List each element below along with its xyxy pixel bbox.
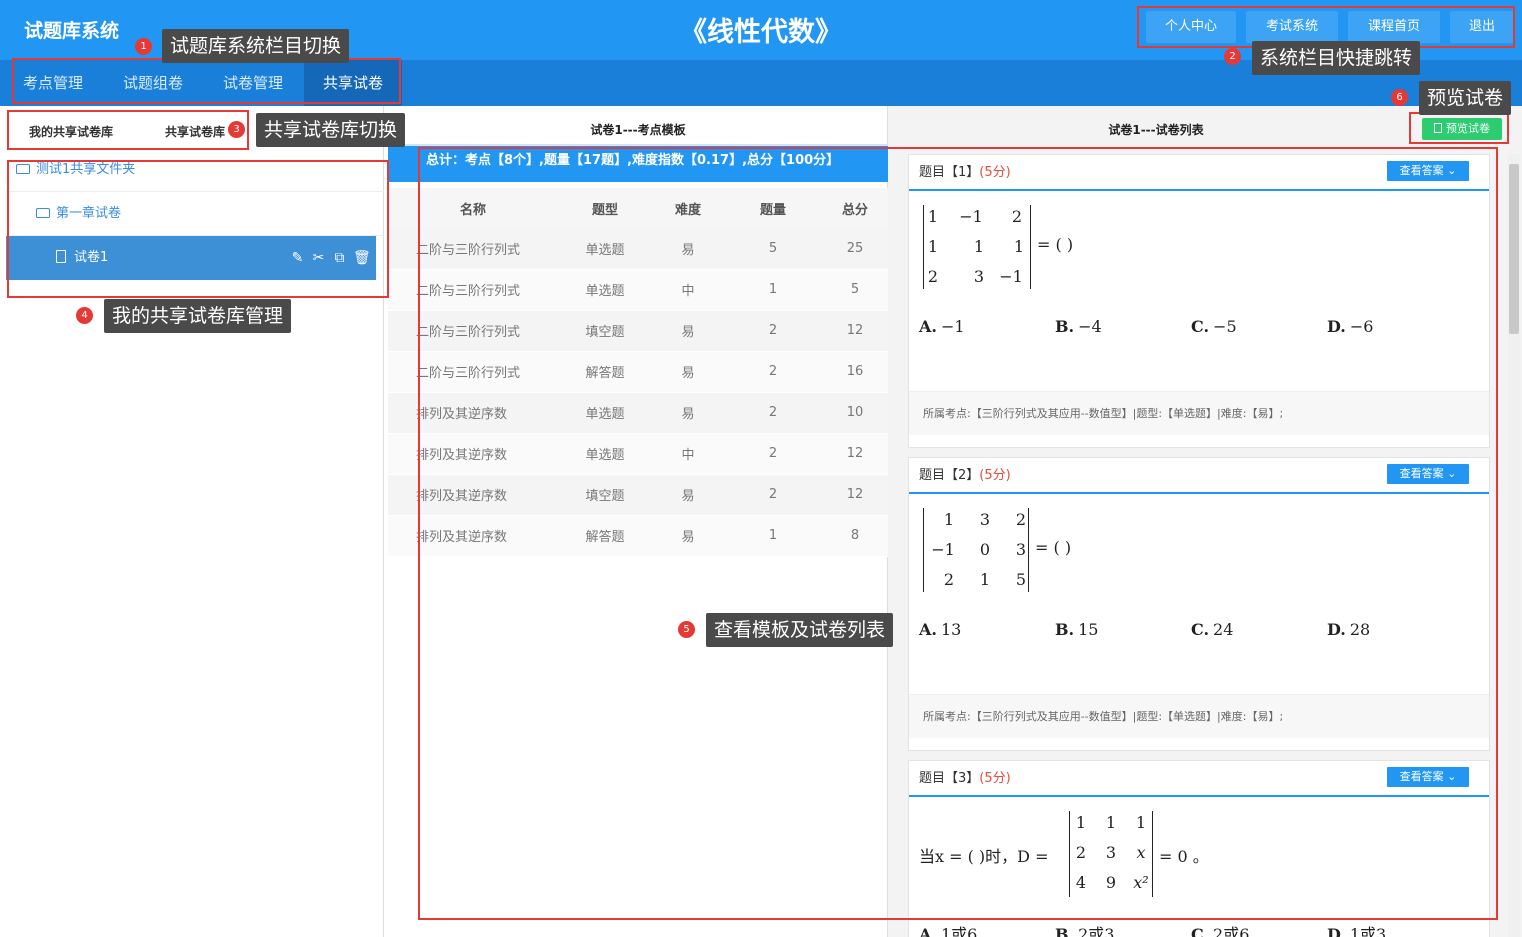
annotation-label: 预览试卷 xyxy=(1419,81,1512,115)
option-b[interactable]: B. 2或3 xyxy=(1055,921,1114,937)
paper-list-title: 试卷1---试卷列表 xyxy=(1108,123,1204,137)
annotation-label: 我的共享试卷库管理 xyxy=(104,299,292,333)
annotation-label: 系统栏目快捷跳转 xyxy=(1252,41,1421,75)
annotation-box-preview xyxy=(1409,112,1509,144)
scrollbar[interactable] xyxy=(1508,154,1520,937)
annotation-box-library-tabs xyxy=(7,110,249,150)
annotation-number: 4 xyxy=(76,307,93,324)
option-d[interactable]: D. 1或3 xyxy=(1327,921,1386,937)
option-c[interactable]: C. 2或6 xyxy=(1191,921,1249,937)
annotation-number: 5 xyxy=(678,621,695,638)
annotation-box-tree xyxy=(7,160,389,298)
template-title: 试卷1---考点模板 xyxy=(388,118,888,146)
annotation-number: 1 xyxy=(135,38,152,55)
annotation-label: 查看模板及试卷列表 xyxy=(706,613,894,647)
option-a[interactable]: A. 1或6 xyxy=(919,921,977,937)
annotation-number: 6 xyxy=(1391,89,1408,106)
scroll-thumb[interactable] xyxy=(1509,164,1519,334)
annotation-label: 试题库系统栏目切换 xyxy=(162,29,350,63)
annotation-number: 2 xyxy=(1224,48,1241,65)
annotation-number: 3 xyxy=(228,121,245,138)
annotation-box-content xyxy=(418,147,1498,920)
annotation-label: 共享试卷库切换 xyxy=(256,113,406,147)
annotation-box-nav xyxy=(12,58,401,104)
